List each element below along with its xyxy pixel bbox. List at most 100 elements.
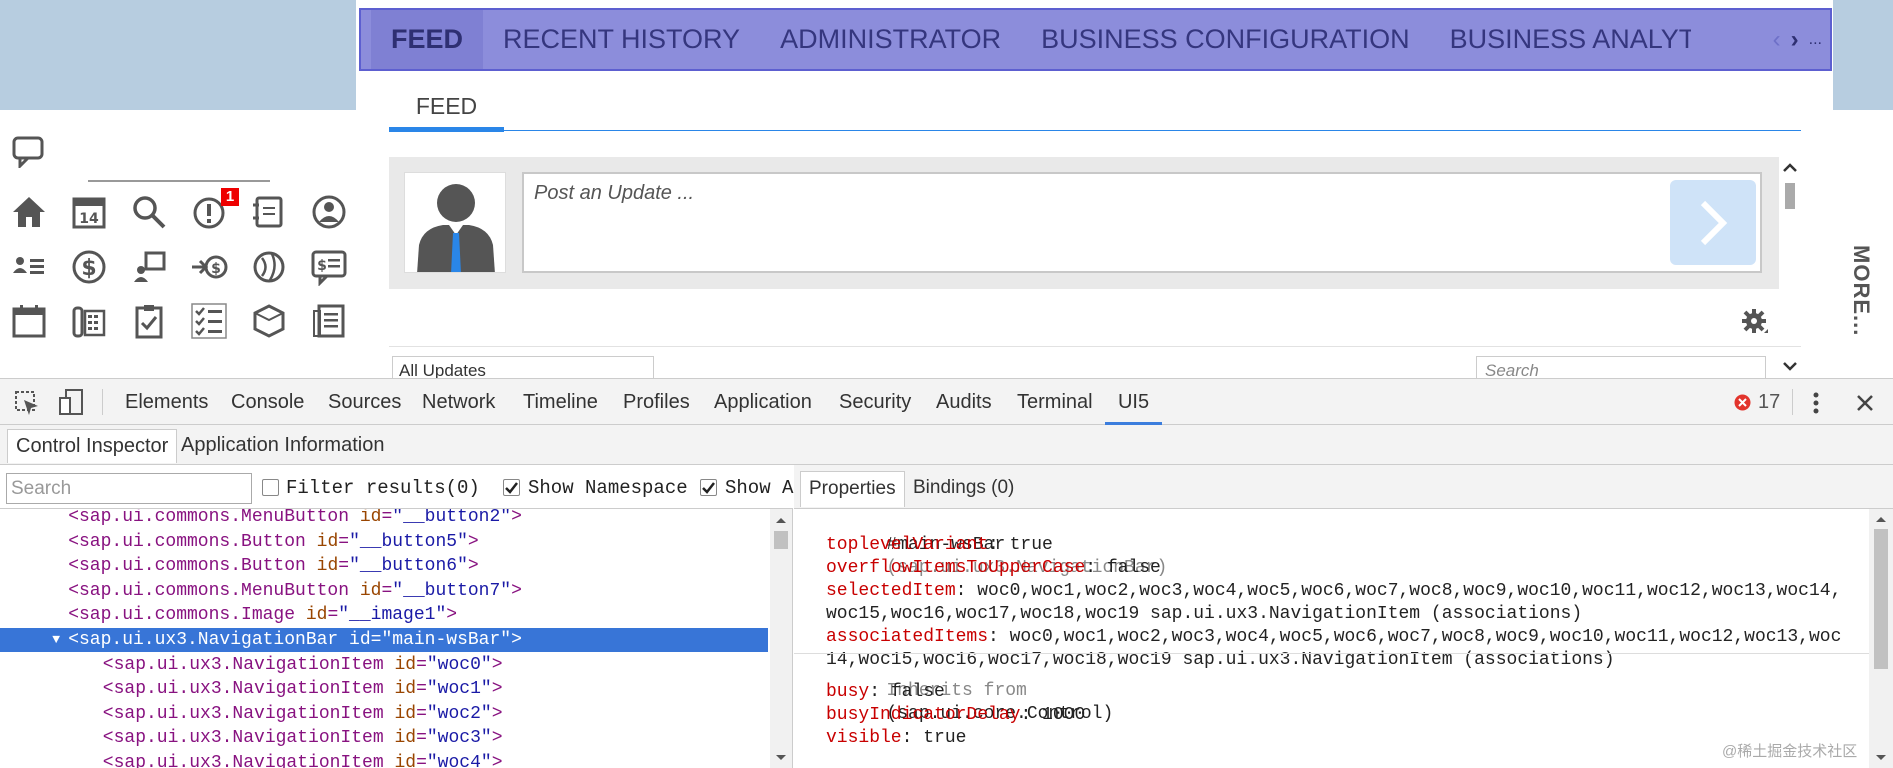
cube-icon[interactable] (250, 302, 288, 340)
chevron-right-icon[interactable]: › (1791, 26, 1799, 54)
tree-node[interactable]: <sap.ui.ux3.NavigationItem id="woc2"> (0, 702, 768, 726)
tab-bindings[interactable]: Bindings (0) (905, 471, 1022, 507)
tree-node-attr-name: id (349, 630, 371, 650)
tree-node[interactable]: <sap.ui.commons.MenuButton id="__button2… (0, 509, 768, 529)
property-row: toplevelVariant: true (826, 534, 1053, 557)
payment-transfer-icon[interactable]: $ (190, 248, 228, 286)
tree-node-attr-name: id (394, 753, 417, 768)
property-value[interactable]: : woc0,woc1,woc2,woc3,woc4,woc5,woc6,woc… (988, 627, 1841, 647)
show-namespace-checkbox[interactable] (503, 479, 520, 496)
tab-control-inspector[interactable]: Control Inspector (7, 429, 178, 463)
post-submit-button[interactable] (1670, 180, 1756, 265)
globe-refresh-icon[interactable] (250, 248, 288, 286)
nav-item-recent-history[interactable]: RECENT HISTORY (483, 10, 760, 69)
tab-application-information[interactable]: Application Information (173, 429, 392, 463)
task-list-icon[interactable] (190, 302, 228, 340)
tab-ui5[interactable]: UI5 (1105, 379, 1162, 425)
nav-item-feed[interactable]: FEED (371, 10, 484, 69)
show-attributes-checkbox[interactable] (700, 479, 717, 496)
phone-keypad-icon[interactable] (70, 302, 108, 340)
tree-node[interactable]: <sap.ui.commons.MenuButton id="__button7… (0, 579, 768, 603)
more-button[interactable]: MORE... (1848, 245, 1874, 336)
property-value[interactable]: : true (902, 728, 967, 748)
inherited-property-row: busyIndicatorDelay: 1000 (826, 704, 1085, 727)
error-icon[interactable] (1734, 394, 1751, 411)
user-profile-icon[interactable] (310, 193, 348, 231)
nav-item-administrator[interactable]: ADMINISTRATOR (760, 10, 1021, 69)
more-options-icon[interactable] (1810, 391, 1822, 415)
nav-item-business-configuration[interactable]: BUSINESS CONFIGURATION (1021, 10, 1430, 69)
inspect-element-icon[interactable] (14, 390, 40, 416)
chat-icon[interactable] (12, 136, 46, 168)
scrollbar-arrows-icon (1874, 517, 1888, 760)
tab-audits[interactable]: Audits (936, 379, 992, 425)
svg-text:$: $ (317, 258, 327, 274)
tab-console[interactable]: Console (231, 379, 304, 425)
expand-triangle-icon[interactable]: ▼ (52, 628, 60, 652)
tree-node[interactable]: <sap.ui.commons.Image id="__image1"> (0, 603, 768, 627)
user-chart-icon[interactable] (130, 248, 168, 286)
property-value-continued: woc15,woc16,woc17,woc18,woc19 sap.ui.ux3… (826, 604, 1583, 624)
property-value[interactable]: : false (869, 682, 945, 702)
tree-node[interactable]: ▼ <sap.ui.ux3.NavigationBar id="main-wsBa… (0, 628, 768, 652)
tree-node-tag: <sap.ui.ux3.NavigationBar (68, 630, 350, 650)
report-icon[interactable] (310, 302, 348, 340)
nav-arrows: ‹ › ... (1773, 10, 1822, 69)
calendar-icon[interactable] (10, 302, 48, 340)
tab-network[interactable]: Network (422, 379, 495, 425)
tree-node[interactable]: <sap.ui.commons.Button id="__button5"> (0, 530, 768, 554)
tab-feed[interactable]: FEED (389, 90, 504, 132)
feed-search-input[interactable]: Search (1476, 356, 1766, 378)
tree-node[interactable]: <sap.ui.ux3.NavigationItem id="woc0"> (0, 653, 768, 677)
tree-node-attr-value: "__button6" (349, 556, 468, 577)
clipboard-check-icon[interactable] (130, 302, 168, 340)
tree-node[interactable]: <sap.ui.commons.Button id="__button6"> (0, 554, 768, 578)
tab-properties[interactable]: Properties (800, 471, 905, 507)
tree-node-equals: = (416, 703, 427, 724)
control-search-input[interactable]: Search (6, 473, 252, 504)
tree-node-attr-value: "__button5" (349, 531, 468, 552)
contacts-list-icon[interactable] (10, 248, 48, 286)
nav-overflow-button[interactable]: ... (1809, 31, 1822, 49)
chevron-left-icon[interactable]: ‹ (1773, 26, 1781, 54)
device-toolbar-icon[interactable] (58, 388, 84, 416)
dollar-icon[interactable]: $ (70, 248, 108, 286)
tab-elements[interactable]: Elements (125, 379, 208, 425)
calendar-14-icon[interactable]: 14 (70, 193, 108, 231)
close-icon[interactable] (1855, 393, 1875, 413)
property-value[interactable]: : false (1085, 558, 1161, 578)
address-book-icon[interactable] (250, 193, 288, 231)
error-count[interactable]: 17 (1758, 379, 1780, 425)
tab-sources[interactable]: Sources (328, 379, 401, 425)
filter-results-checkbox[interactable] (262, 479, 279, 496)
tree-node-tag: <sap.ui.commons.MenuButton (68, 580, 360, 601)
feed-scrollbar[interactable] (1779, 157, 1801, 377)
property-value[interactable]: : woc0,woc1,woc2,woc3,woc4,woc5,woc6,woc… (956, 581, 1842, 601)
property-value[interactable]: : 1000 (1020, 705, 1085, 725)
tab-timeline[interactable]: Timeline (523, 379, 598, 425)
tree-node[interactable]: <sap.ui.ux3.NavigationItem id="woc1"> (0, 677, 768, 701)
tree-node-tag: <sap.ui.ux3.NavigationItem (102, 654, 395, 675)
chat-dollar-icon[interactable]: $ (310, 248, 348, 286)
tree-node-attr-name: id (305, 605, 328, 626)
tab-terminal[interactable]: Terminal (1017, 379, 1093, 425)
property-value[interactable]: : true (988, 535, 1053, 555)
tab-security[interactable]: Security (839, 379, 911, 425)
control-tree-panel: Search Filter results(0) Show Namespace … (0, 465, 793, 768)
tree-node[interactable]: <sap.ui.ux3.NavigationItem id="woc3"> (0, 726, 768, 750)
tab-profiles[interactable]: Profiles (623, 379, 690, 425)
nav-item-business-analytics[interactable]: BUSINESS ANALYTICS (1430, 10, 1691, 69)
updates-filter-select[interactable]: All Updates (392, 356, 654, 378)
tree-node[interactable]: <sap.ui.ux3.NavigationItem id="woc4"> (0, 751, 768, 768)
search-icon[interactable] (130, 193, 168, 231)
home-icon[interactable] (10, 193, 48, 231)
tree-node-equals: = (416, 753, 427, 768)
tree-node-tag: <sap.ui.ux3.NavigationItem (102, 728, 395, 749)
post-update-input[interactable]: Post an Update ... (522, 172, 1762, 273)
gear-icon[interactable] (1740, 307, 1770, 337)
properties-scrollbar[interactable] (1869, 509, 1893, 768)
tree-node-attr-name: id (394, 728, 417, 749)
tab-application[interactable]: Application (714, 379, 812, 425)
property-key: busy (826, 682, 870, 702)
control-tree-scrollbar[interactable] (770, 509, 792, 768)
